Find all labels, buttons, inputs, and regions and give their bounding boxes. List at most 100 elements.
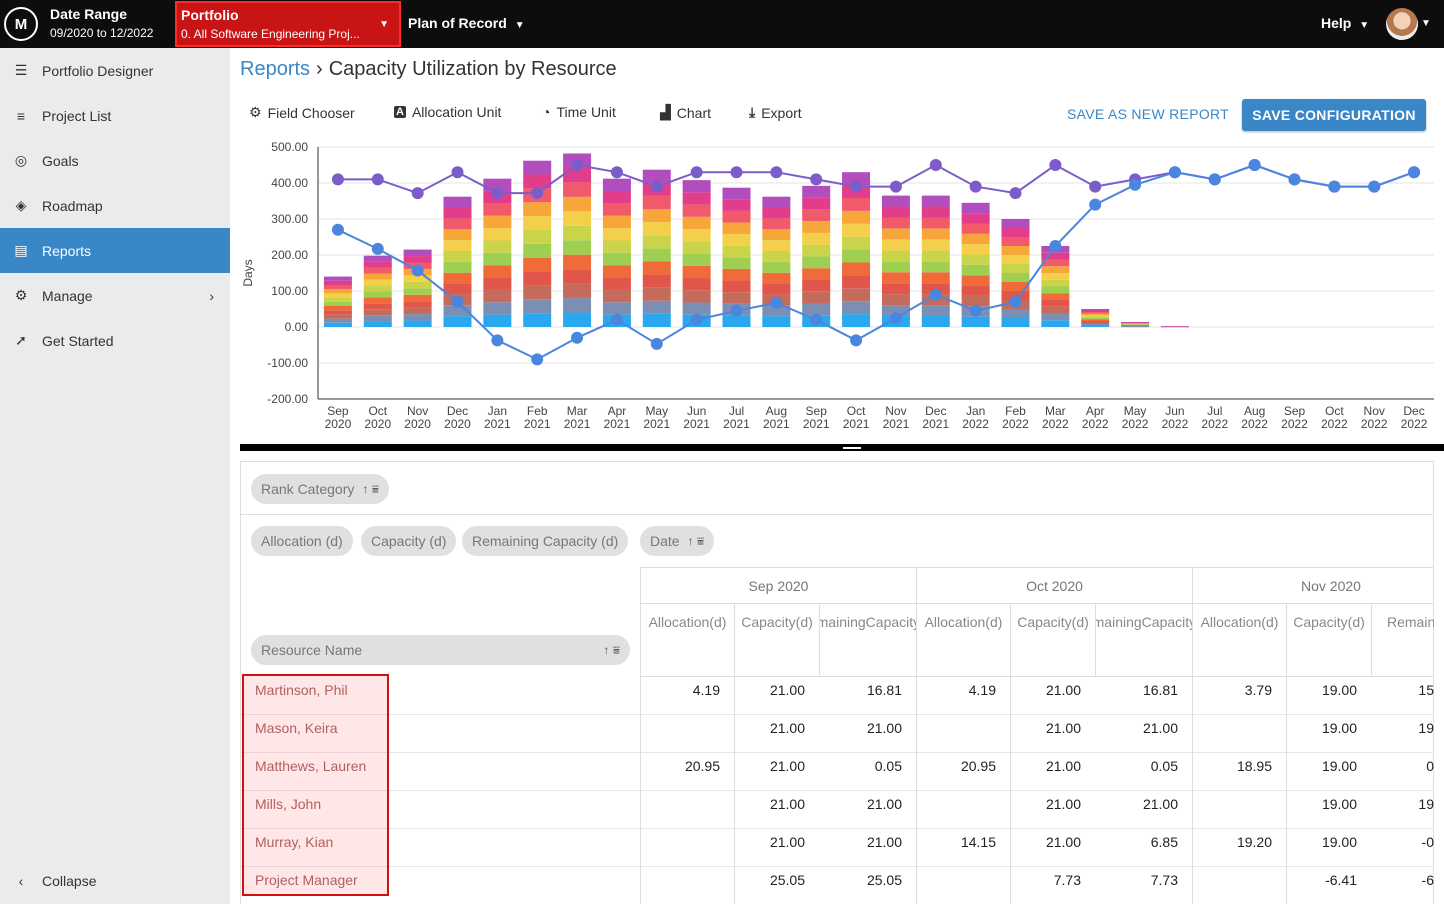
breadcrumb: Reports › Capacity Utilization by Resource — [240, 58, 617, 81]
chart-button[interactable]: ▟ Chart — [660, 104, 711, 121]
portfolio-label: Portfolio — [181, 7, 239, 23]
table-row-divider — [241, 828, 1434, 829]
bar-segment — [443, 316, 472, 327]
bar-segment — [682, 278, 711, 291]
bar-segment — [842, 210, 871, 224]
bar-segment — [682, 204, 711, 217]
column-header-line: (d) — [795, 614, 813, 630]
sidebar-item-manage[interactable]: ⚙ Manage › — [0, 273, 230, 318]
bar-segment — [682, 302, 711, 315]
capacity-point — [969, 180, 982, 193]
export-button[interactable]: ⤓ Export — [749, 104, 802, 121]
capacity-point — [690, 166, 703, 179]
avatar[interactable] — [1386, 8, 1418, 40]
bar-segment — [483, 240, 512, 253]
bar-segment — [961, 295, 990, 307]
table-cell: 21.00 — [769, 720, 805, 736]
field-chooser-label: Field Chooser — [267, 104, 355, 121]
sidebar: ☰ Portfolio Designer ≡ Project List ◎ Go… — [0, 48, 230, 904]
x-tick-label-year: 2020 — [364, 417, 391, 431]
bar-segment — [443, 250, 472, 262]
x-tick-label-month: Mar — [567, 404, 588, 418]
table-cell: 15 — [1418, 682, 1434, 698]
bar-segment — [1081, 315, 1110, 317]
table-column-divider — [734, 677, 735, 904]
allocation-value-chip[interactable]: Allocation (d) — [251, 526, 353, 556]
date-column-chip[interactable]: Date ↑ ⩸ — [640, 526, 715, 556]
sidebar-item-project-list[interactable]: ≡ Project List — [0, 93, 230, 138]
time-unit-button[interactable]: ◔ Time Unit — [542, 104, 616, 120]
allocation-unit-button[interactable]: A Allocation Unit — [394, 104, 501, 120]
bar-segment — [802, 197, 831, 210]
bar-segment — [323, 289, 352, 294]
save-configuration-button[interactable]: SAVE CONFIGURATION — [1242, 99, 1426, 131]
sidebar-item-reports[interactable]: ▤ Reports — [0, 228, 230, 273]
date-range-selector[interactable]: Date Range 09/2020 to 12/2022 — [50, 6, 153, 40]
app-logo[interactable]: M — [4, 7, 38, 41]
table-row-divider — [241, 714, 1434, 715]
column-header-measure: RemainingCapacity(d) — [1371, 604, 1434, 677]
field-chooser-button[interactable]: ⚙ Field Chooser — [249, 104, 355, 121]
remaining-capacity-value-chip[interactable]: Remaining Capacity (d) — [462, 526, 629, 556]
chip-label: Resource Name — [261, 642, 363, 658]
sort-filter-icon[interactable]: ↑ ⩸ — [362, 482, 379, 497]
list-icon: ≡ — [16, 107, 26, 124]
table-cell: 7.73 — [1053, 872, 1081, 888]
bar-segment — [682, 241, 711, 254]
bar-segment — [1041, 279, 1070, 287]
panel-splitter[interactable] — [240, 444, 1444, 451]
help-menu[interactable]: Help ▼ — [1321, 15, 1369, 31]
portfolio-selector[interactable]: Portfolio 0. All Software Engineering Pr… — [175, 1, 401, 47]
remaining-capacity-point — [491, 334, 504, 347]
bar-segment — [1041, 313, 1070, 321]
sidebar-item-goals[interactable]: ◎ Goals — [0, 138, 230, 183]
bar-segment — [563, 211, 592, 226]
caret-down-icon: ▼ — [1359, 20, 1370, 31]
bar-segment — [961, 316, 990, 327]
bar-segment — [443, 196, 472, 208]
x-tick-label-year: 2020 — [404, 417, 431, 431]
caret-down-icon[interactable]: ▼ — [1421, 18, 1431, 29]
bar-segment — [921, 206, 950, 218]
sort-filter-icon[interactable]: ↑ ⩸ — [603, 643, 620, 658]
bar-segment — [802, 221, 831, 233]
remaining-capacity-point — [1089, 198, 1102, 211]
bar-segment — [961, 275, 990, 286]
plan-selector[interactable]: Plan of Record ▼ — [408, 15, 525, 31]
bar-segment — [563, 182, 592, 197]
x-tick-label-month: Jan — [488, 404, 507, 418]
y-tick-label: 400.00 — [271, 176, 308, 190]
capacity-value-chip[interactable]: Capacity (d) — [361, 526, 457, 556]
table-cell: 18.95 — [1236, 758, 1272, 774]
table-cell: 6.85 — [1150, 834, 1178, 850]
x-tick-label-year: 2021 — [524, 417, 551, 431]
bar-segment — [602, 277, 631, 290]
bar-segment — [842, 301, 871, 315]
rank-category-chip[interactable]: Rank Category ↑ ⩸ — [251, 474, 390, 504]
bar-segment — [642, 287, 671, 301]
bar-segment — [483, 289, 512, 303]
table-cell: 21.00 — [1142, 796, 1178, 812]
bar-segment — [1001, 255, 1030, 264]
column-header-month: Oct 2020 — [916, 567, 1192, 604]
table-cell: 4.19 — [968, 682, 996, 698]
bar-segment — [443, 261, 472, 273]
sidebar-item-roadmap[interactable]: ◈ Roadmap — [0, 183, 230, 228]
sidebar-item-get-started[interactable]: ➚ Get Started — [0, 318, 230, 363]
save-as-new-report-button[interactable]: SAVE AS NEW REPORT — [1067, 106, 1229, 122]
bar-segment — [323, 306, 352, 311]
sort-filter-icon[interactable]: ↑ ⩸ — [688, 534, 705, 549]
bar-segment — [563, 240, 592, 255]
column-header-line: (d) — [1347, 614, 1365, 630]
x-tick-label-year: 2021 — [683, 417, 710, 431]
bar-segment — [403, 320, 432, 327]
bar-segment — [722, 234, 751, 246]
x-tick-label-year: 2021 — [604, 417, 631, 431]
column-header-measure: Capacity (d) — [1286, 604, 1371, 677]
bar-segment — [363, 285, 392, 292]
breadcrumb-reports-link[interactable]: Reports — [240, 58, 310, 80]
sidebar-collapse[interactable]: ‹ Collapse — [0, 858, 230, 903]
sidebar-item-portfolio-designer[interactable]: ☰ Portfolio Designer — [0, 48, 230, 93]
capacity-point — [1009, 187, 1022, 200]
resource-name-row-chip[interactable]: Resource Name ↑ ⩸ — [251, 635, 630, 665]
